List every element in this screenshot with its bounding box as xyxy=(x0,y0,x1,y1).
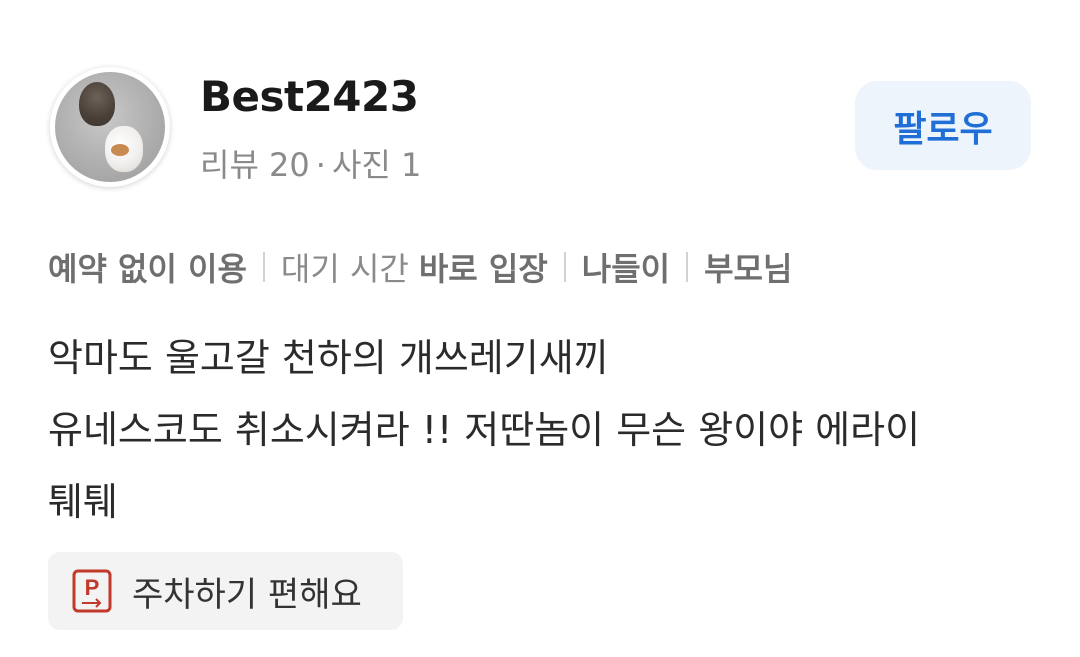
tag-reservation: 예약 없이 이용 xyxy=(48,250,247,288)
avatar-cat-dark xyxy=(79,82,115,126)
tag-purpose: 나들이 xyxy=(581,250,671,288)
avatar-photo xyxy=(55,72,165,182)
tag-wait-value: 바로 입장 xyxy=(418,250,548,288)
tag-wait-label: 대기 시간 xyxy=(280,250,409,288)
keyword-chip: P 주차하기 편해요 xyxy=(48,552,403,630)
svg-text:P: P xyxy=(85,575,100,600)
photo-count: 사진 1 xyxy=(331,146,422,184)
tag-divider xyxy=(686,252,689,282)
avatar[interactable] xyxy=(50,67,170,187)
stats-separator: · xyxy=(315,146,326,184)
review-text[interactable]: 악마도 울고갈 천하의 개쓰레기새끼 유네스코도 취소시켜라 !! 저딴놈이 무… xyxy=(48,322,1048,538)
review-card: Best2423 리뷰 20 · 사진 1 팔로우 예약 없이 이용 대기 시간 바로… xyxy=(0,0,1080,657)
username[interactable]: Best2423 xyxy=(200,72,419,121)
tag-companion: 부모님 xyxy=(704,250,793,288)
tag-divider xyxy=(563,252,566,282)
visit-tags: 예약 없이 이용 대기 시간 바로 입장 나들이 부모님 xyxy=(48,244,792,290)
user-stats: 리뷰 20 · 사진 1 xyxy=(200,140,421,186)
follow-button[interactable]: 팔로우 xyxy=(855,81,1031,170)
review-count: 리뷰 20 xyxy=(200,146,310,184)
parking-icon: P xyxy=(72,569,112,613)
tag-divider xyxy=(262,252,265,282)
keyword-label: 주차하기 편해요 xyxy=(132,574,362,615)
avatar-cat-white xyxy=(105,126,143,172)
